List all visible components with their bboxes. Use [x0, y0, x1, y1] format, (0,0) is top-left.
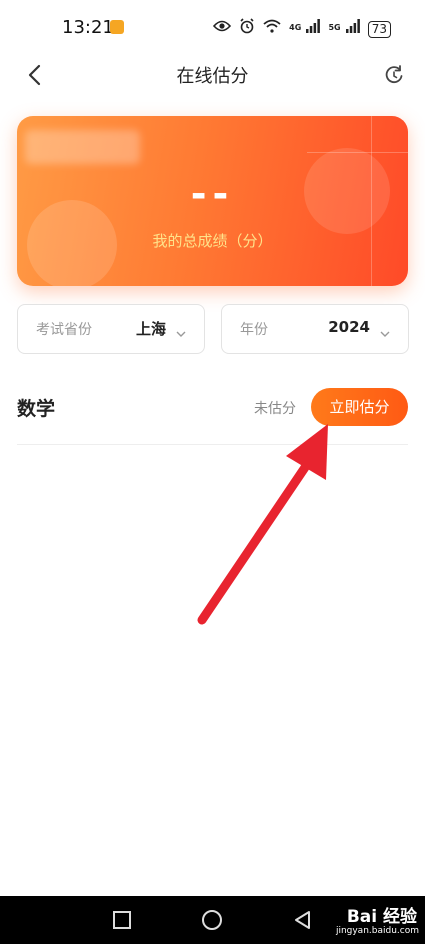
status-bar: 13:21 4G 5G 73 [0, 0, 425, 56]
total-score-value: -- [190, 172, 235, 216]
decorative-line [307, 152, 408, 153]
alarm-icon [239, 18, 255, 40]
year-select[interactable]: 年份 2024 [221, 304, 409, 354]
status-icons: 4G 5G 73 [213, 18, 391, 40]
chevron-down-icon [176, 323, 186, 337]
total-score-label: 我的总成绩（分） [152, 232, 273, 250]
eye-icon [213, 20, 232, 38]
score-card: -- 我的总成绩（分） [17, 116, 408, 286]
back-triangle-icon[interactable] [290, 908, 314, 932]
page-title: 在线估分 [176, 66, 249, 87]
watermark-logo: Bai 经验 [346, 907, 417, 927]
signal-5g-label: 5G [328, 23, 341, 32]
annotation-arrow-icon [197, 424, 328, 625]
watermark-url: jingyan.baidu.com [335, 926, 419, 936]
app-notification-icon [110, 20, 124, 34]
signal-4g-label: 4G [289, 23, 302, 32]
top-nav: 在线估分 [0, 52, 425, 98]
province-select[interactable]: 考试省份 上海 [17, 304, 205, 354]
province-value: 上海 [135, 320, 166, 338]
year-label: 年份 [240, 322, 268, 338]
blurred-text [25, 130, 140, 164]
refresh-icon[interactable] [383, 64, 405, 86]
recent-apps-icon[interactable] [110, 908, 134, 932]
battery-indicator: 73 [367, 20, 391, 38]
status-time: 13:21 [62, 17, 114, 38]
subject-status: 未估分 [254, 401, 296, 417]
signal-4g-icon: 4G [289, 19, 321, 39]
signal-5g-icon: 5G [328, 19, 360, 39]
wifi-icon [263, 19, 281, 39]
province-label: 考试省份 [36, 322, 92, 338]
chevron-down-icon [380, 323, 390, 337]
system-navigation-bar: Bai 经验 jingyan.baidu.com [0, 896, 425, 944]
subject-name: 数学 [17, 398, 56, 420]
year-value: 2024 [328, 318, 370, 336]
home-icon[interactable] [200, 908, 224, 932]
